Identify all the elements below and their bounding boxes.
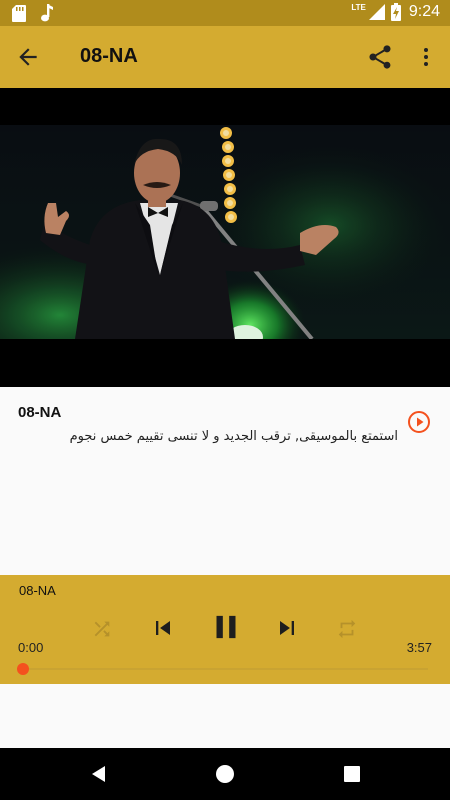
status-left-icons [12,4,54,22]
signal-icon [368,4,385,20]
current-time: 0:00 [18,640,44,655]
app-bar: 08-NA [0,26,450,88]
track-info[interactable]: 08-NA استمتع بالموسيقى, ترقب الجديد و لا… [0,387,450,575]
more-vert-icon[interactable] [414,44,438,70]
sd-card-icon [12,4,26,22]
pause-icon[interactable] [207,608,245,646]
home-circle-icon[interactable] [214,763,236,785]
total-time: 3:57 [406,640,432,655]
player-track-title: 08-NA [19,583,56,598]
music-note-icon [41,4,53,22]
system-nav-bar [0,748,450,800]
seek-thumb[interactable] [17,663,29,675]
recents-square-icon[interactable] [341,763,363,785]
back-triangle-icon[interactable] [88,763,110,785]
status-bar: LTE 9:24 [0,0,450,26]
status-time: 9:24 [408,3,440,20]
skip-previous-icon[interactable] [149,614,177,642]
battery-charging-icon [390,3,401,21]
shuffle-icon[interactable] [91,618,113,640]
page-title: 08-NA [80,45,138,67]
status-right-icons: LTE 9:24 [351,3,440,21]
content-spacer [0,684,450,748]
repeat-icon[interactable] [336,618,358,640]
play-circle-icon[interactable] [407,410,431,434]
arrow-back-icon[interactable] [14,44,42,70]
network-type-label: LTE [351,2,366,12]
music-player-screen: LTE 9:24 08-NA 08-NA استمتع بالموسيقى, ت… [0,0,450,800]
singer-photo [0,125,450,339]
skip-next-icon[interactable] [273,614,301,642]
track-description: استمتع بالموسيقى, ترقب الجديد و لا تنسى … [69,429,398,444]
share-icon[interactable] [366,43,394,71]
seek-bar[interactable] [22,668,428,670]
track-title: 08-NA [18,404,62,421]
player-bar: 08-NA 0:00 3:57 [0,575,450,684]
video-area[interactable] [0,88,450,387]
